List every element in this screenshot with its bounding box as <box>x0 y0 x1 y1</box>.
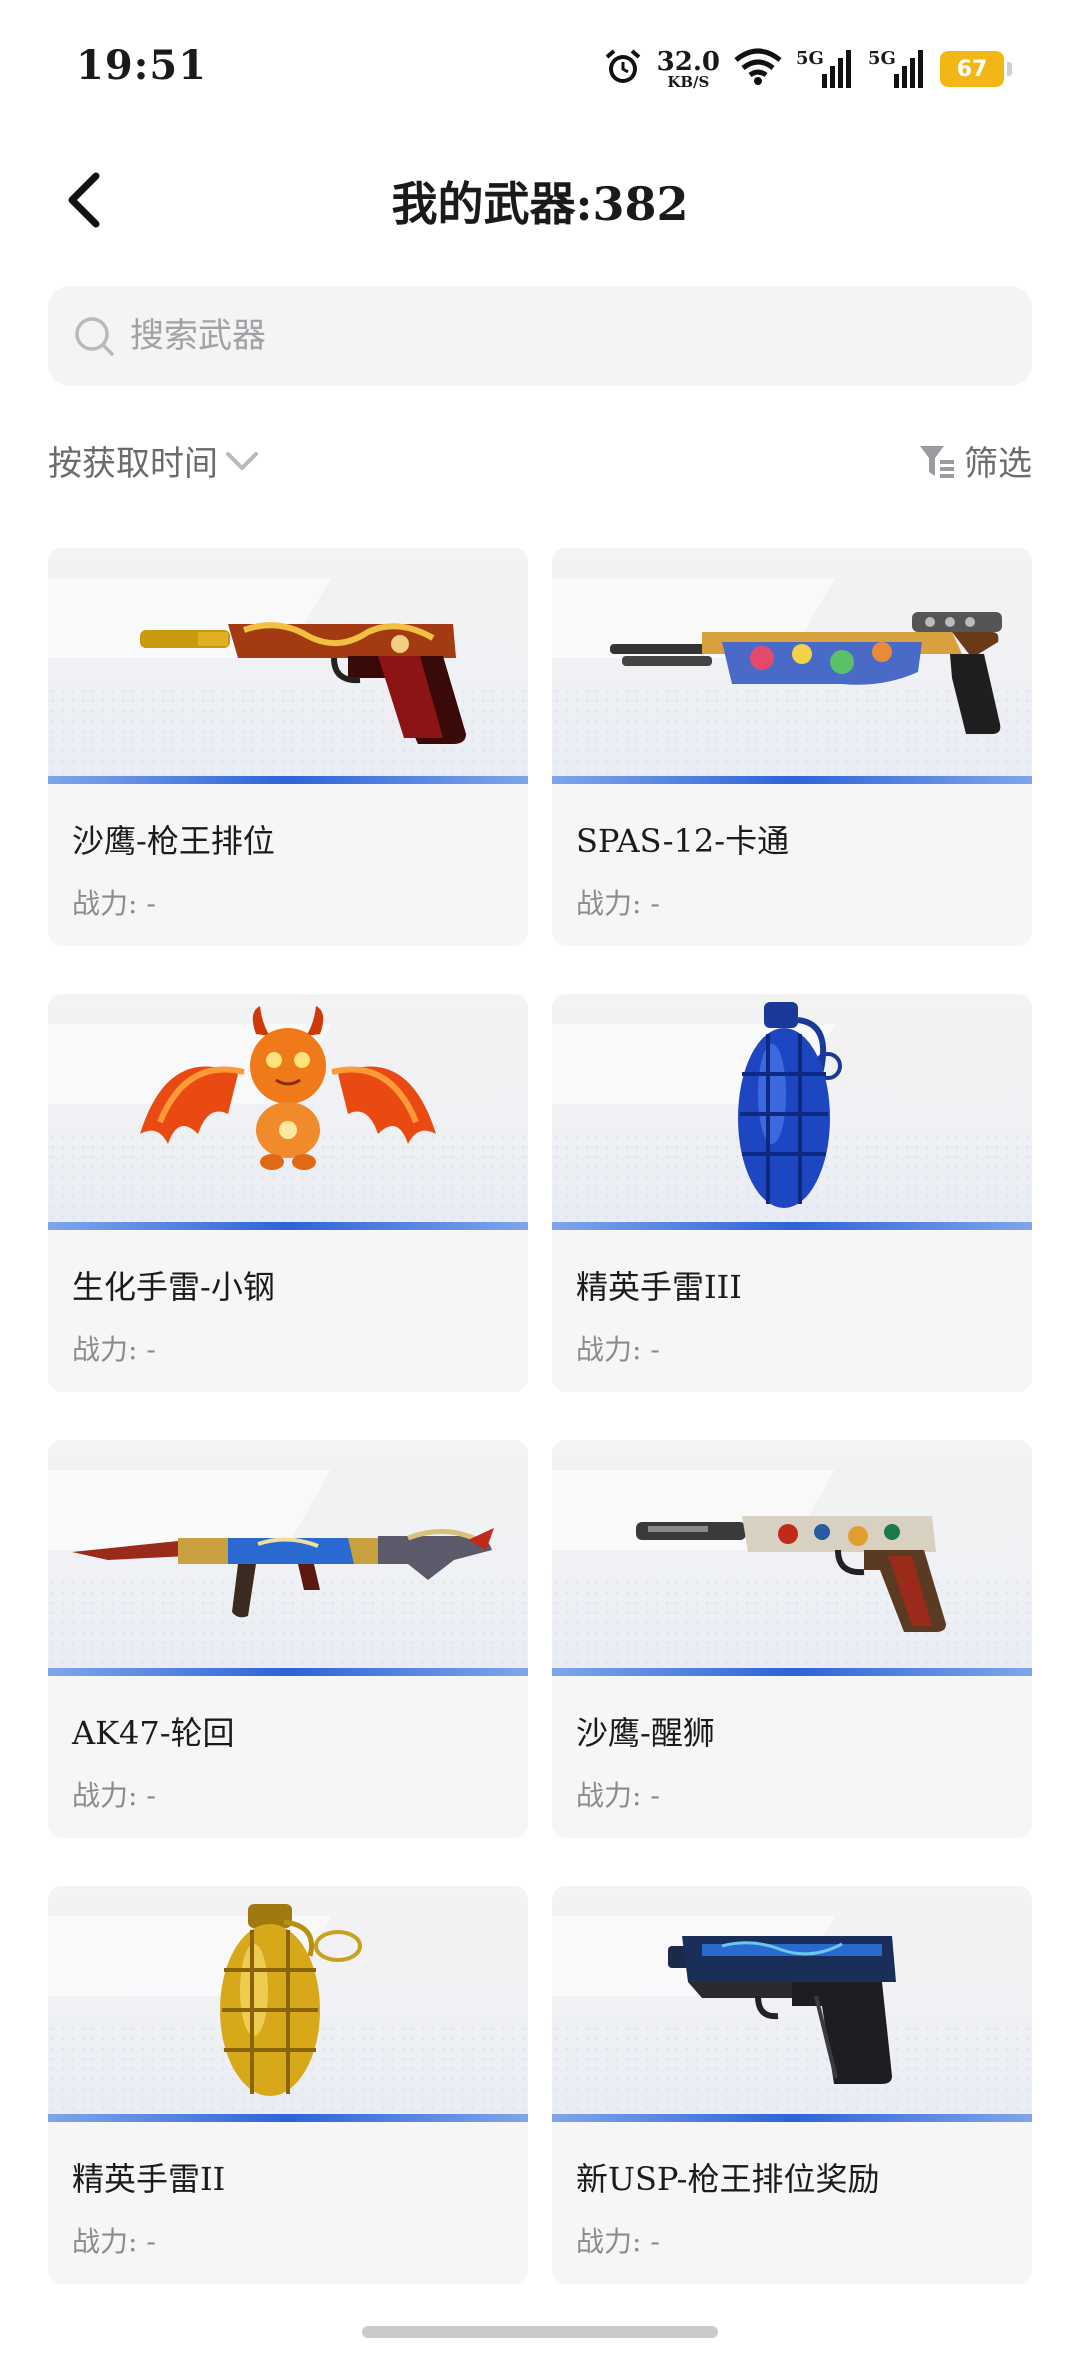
weapon-name: 新USP-枪王排位奖励 <box>576 2160 880 2198</box>
status-icons: 32.0 KB/S 5G 5G 67 <box>603 44 1012 94</box>
chevron-down-icon <box>226 451 258 470</box>
weapon-name: 精英手雷II <box>72 2160 226 2198</box>
weapon-power: 战力: - <box>576 2225 660 2258</box>
signal-bars-icon <box>822 50 851 88</box>
weapon-power: 战力: - <box>72 2225 156 2258</box>
sort-label: 按获取时间 <box>48 444 218 484</box>
weapon-name: 生化手雷-小钢 <box>72 1268 275 1306</box>
weapon-image <box>552 548 1032 784</box>
network-speed: 32.0 KB/S <box>657 49 720 90</box>
alarm-icon <box>603 47 643 91</box>
weapon-power: 战力: - <box>576 1333 660 1366</box>
weapon-image <box>48 994 528 1230</box>
battery-indicator: 67 <box>940 51 1012 87</box>
weapon-image <box>48 548 528 784</box>
home-indicator[interactable] <box>362 2326 718 2338</box>
grenade-gold-icon <box>220 1904 362 2096</box>
signal-2: 5G <box>868 48 926 90</box>
weapon-name: 沙鹰-醒狮 <box>576 1714 715 1752</box>
weapon-name: SPAS-12-卡通 <box>576 822 790 860</box>
desert-eagle-gold-red-icon <box>140 622 466 744</box>
signal-bars-icon <box>894 50 923 88</box>
weapon-power: 战力: - <box>72 1333 156 1366</box>
weapon-power: 战力: - <box>576 887 660 920</box>
weapon-image <box>552 994 1032 1230</box>
wifi-icon <box>734 48 782 90</box>
filter-icon <box>920 445 954 478</box>
flame-bat-creature-icon <box>140 1006 436 1170</box>
weapon-name: 沙鹰-枪王排位 <box>72 822 275 860</box>
weapon-power: 战力: - <box>72 1779 156 1812</box>
filter-button[interactable]: 筛选 <box>918 436 1032 485</box>
weapon-card[interactable]: 精英手雷III 战力: - <box>552 994 1032 1392</box>
shotgun-cartoon-icon <box>610 612 1002 734</box>
page-title: 我的武器:382 <box>391 177 689 231</box>
weapon-name: AK47-轮回 <box>72 1714 235 1752</box>
search-icon <box>75 317 114 356</box>
weapon-power: 战力: - <box>576 1779 660 1812</box>
network-speed-unit: KB/S <box>667 72 710 91</box>
weapon-grid: 沙鹰-枪王排位 战力: - SPAS-12-卡通 战力: - 生化手雷-小钢 战… <box>48 548 1032 2284</box>
weapon-card[interactable]: 精英手雷II 战力: - <box>48 1886 528 2284</box>
weapon-card[interactable]: 沙鹰-枪王排位 战力: - <box>48 548 528 946</box>
signal-1: 5G <box>796 48 854 90</box>
search-input[interactable] <box>130 316 1010 356</box>
weapon-image <box>48 1440 528 1676</box>
weapon-card[interactable]: AK47-轮回 战力: - <box>48 1440 528 1838</box>
weapon-image <box>552 1886 1032 2122</box>
weapon-card[interactable]: 新USP-枪王排位奖励 战力: - <box>552 1886 1032 2284</box>
weapon-name: 精英手雷III <box>576 1268 742 1306</box>
weapon-image <box>552 1440 1032 1676</box>
network-speed-value: 32.0 <box>656 46 720 77</box>
search-bar[interactable] <box>48 286 1032 386</box>
filter-label: 筛选 <box>964 444 1032 484</box>
status-time: 19:51 <box>76 42 208 89</box>
weapon-card[interactable]: 生化手雷-小钢 战力: - <box>48 994 528 1392</box>
weapon-card[interactable]: 沙鹰-醒狮 战力: - <box>552 1440 1032 1838</box>
weapon-power: 战力: - <box>72 887 156 920</box>
grenade-blue-icon <box>738 1002 842 1208</box>
weapon-card[interactable]: SPAS-12-卡通 战力: - <box>552 548 1032 946</box>
rifle-ornate-icon <box>72 1528 494 1618</box>
usp-pistol-blue-icon <box>668 1936 896 2084</box>
weapon-image <box>48 1886 528 2122</box>
sort-dropdown[interactable]: 按获取时间 <box>48 436 260 485</box>
desert-eagle-lion-icon <box>636 1516 946 1632</box>
status-bar: 19:51 32.0 KB/S 5G 5G 67 <box>0 0 1080 140</box>
